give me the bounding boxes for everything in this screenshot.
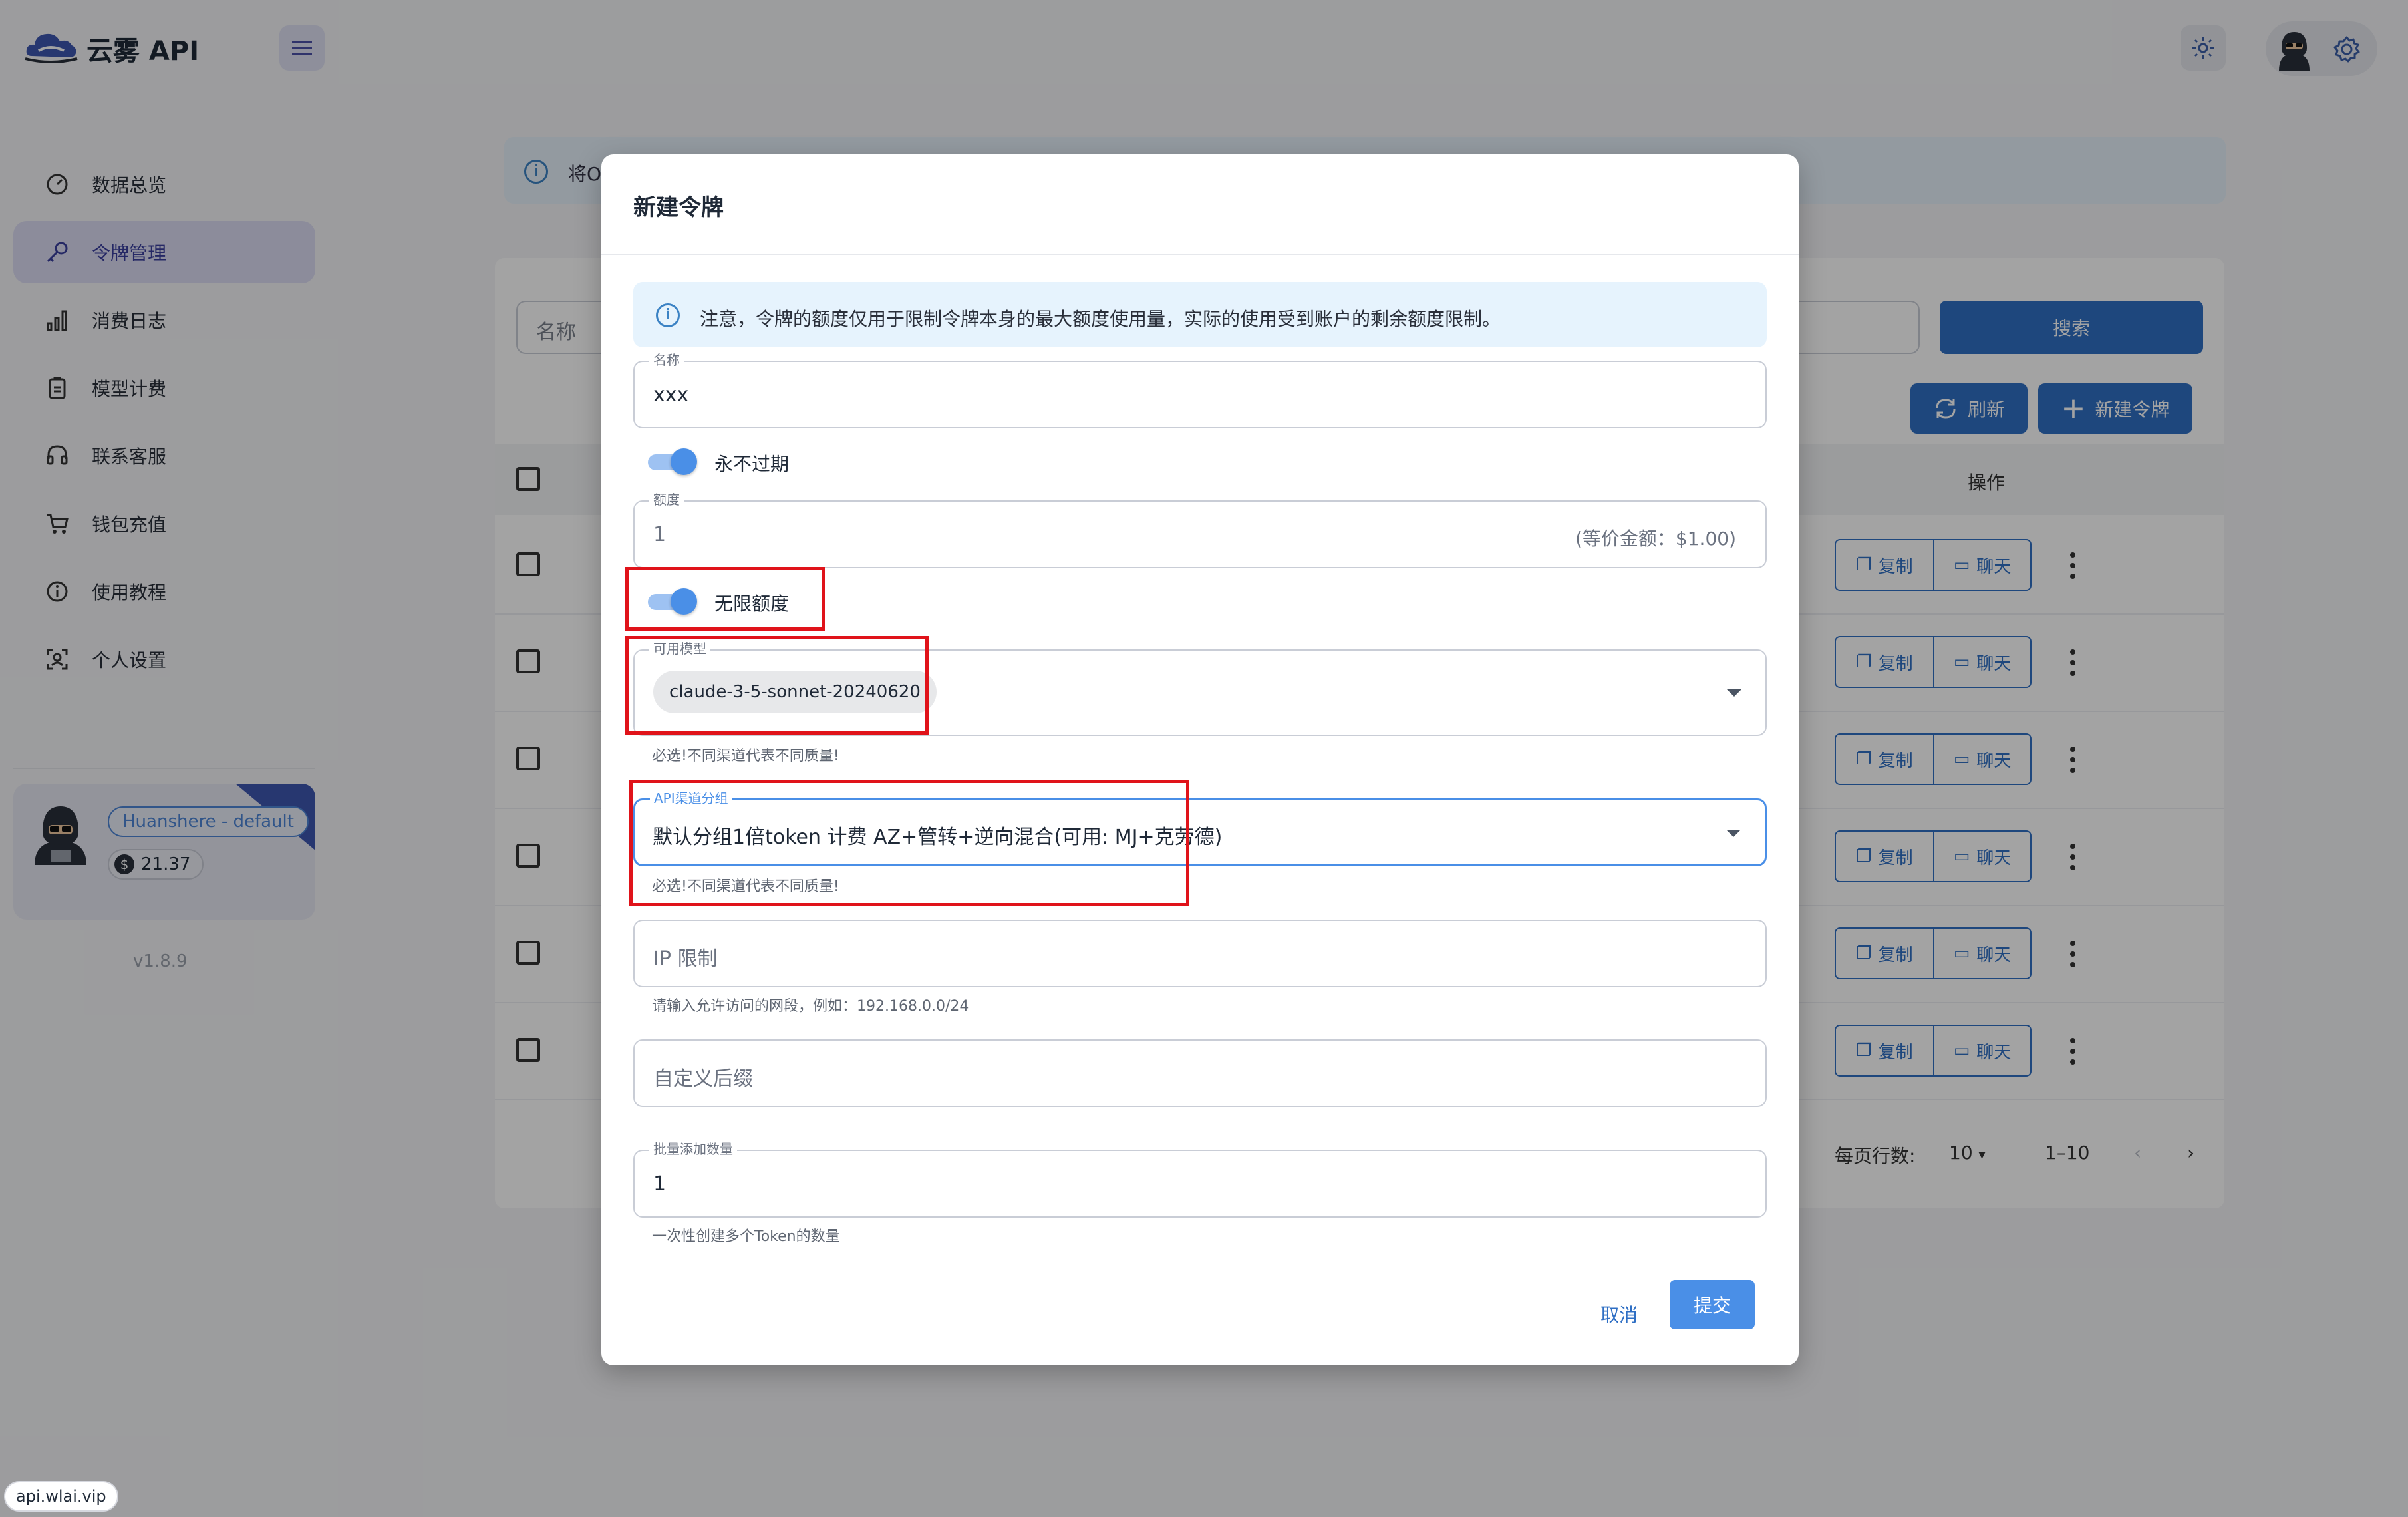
never-expire-toggle[interactable] xyxy=(648,448,697,475)
batch-quantity-label: 批量添加数量 xyxy=(649,1142,737,1156)
ip-restriction-placeholder: IP 限制 xyxy=(653,947,718,971)
highlight-box-channel-group xyxy=(629,780,1189,906)
chevron-down-icon xyxy=(1726,830,1741,837)
chevron-down-icon xyxy=(1727,689,1741,697)
ip-restriction-helper-text: 请输入允许访问的网段，例如：192.168.0.0/24 xyxy=(652,998,969,1015)
name-field-value: xxx xyxy=(653,383,689,407)
quota-field[interactable]: 额度 1 (等价金额：$1.00) xyxy=(633,492,1767,568)
highlight-box-unlimited xyxy=(625,567,825,631)
dialog-title: 新建令牌 xyxy=(633,194,724,221)
custom-suffix-placeholder: 自定义后缀 xyxy=(653,1067,753,1091)
batch-quantity-helper-text: 一次性创建多个Token的数量 xyxy=(652,1228,840,1245)
quota-info-alert: i 注意，令牌的额度仅用于限制令牌本身的最大额度使用量，实际的使用受到账户的剩余… xyxy=(633,282,1767,347)
info-icon: i xyxy=(656,303,680,327)
quota-equivalent-amount: (等价金额：$1.00) xyxy=(1575,528,1736,550)
site-url: api.wlai.vip xyxy=(4,1481,118,1512)
batch-quantity-value: 1 xyxy=(653,1172,667,1196)
quota-info-text: 注意，令牌的额度仅用于限制令牌本身的最大额度使用量，实际的使用受到账户的剩余额度… xyxy=(700,308,1501,330)
cancel-button[interactable]: 取消 xyxy=(1579,1291,1659,1337)
app-root: 云雾 API 数据总览 令牌管理 消费日志 模型计费 联系客服 钱包充值 使用教… xyxy=(0,0,2408,1517)
name-field-label: 名称 xyxy=(649,353,684,367)
name-field[interactable]: 名称 xxx xyxy=(633,353,1767,428)
submit-button[interactable]: 提交 xyxy=(1670,1280,1755,1329)
models-helper-text: 必选!不同渠道代表不同质量! xyxy=(652,748,839,764)
quota-field-label: 额度 xyxy=(649,492,684,507)
batch-quantity-field[interactable]: 批量添加数量 1 xyxy=(633,1142,1767,1218)
highlight-box-models xyxy=(625,636,929,735)
custom-suffix-field[interactable]: 自定义后缀 xyxy=(633,1039,1767,1107)
never-expire-label: 永不过期 xyxy=(714,453,790,475)
new-token-dialog: 新建令牌 i 注意，令牌的额度仅用于限制令牌本身的最大额度使用量，实际的使用受到… xyxy=(601,154,1799,1365)
toggle-knob xyxy=(671,448,697,475)
quota-field-value: 1 xyxy=(653,523,667,546)
dialog-divider xyxy=(601,254,1799,255)
ip-restriction-field[interactable]: IP 限制 xyxy=(633,920,1767,987)
